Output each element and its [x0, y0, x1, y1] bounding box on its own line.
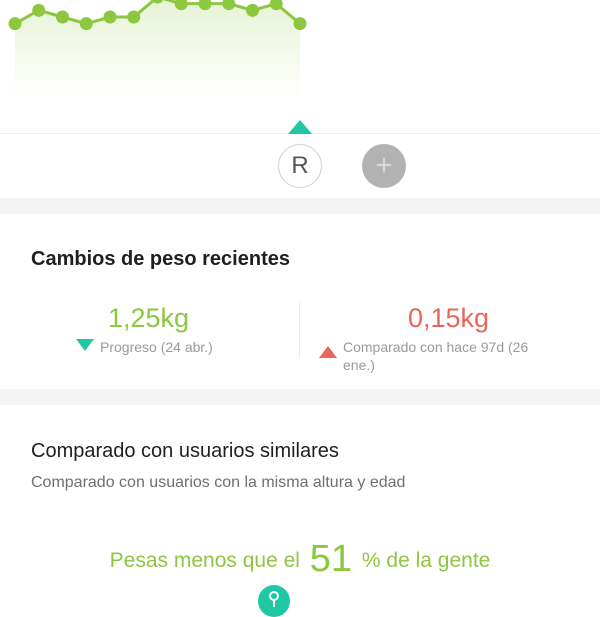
progress-caption: Progreso (24 abr.) [100, 339, 213, 355]
chart-point[interactable] [293, 17, 307, 31]
section-separator [0, 389, 600, 405]
percentile-suffix: % de la gente [361, 549, 491, 572]
weight-line-chart [0, 0, 600, 135]
user-position-pin [258, 585, 290, 617]
comparison-value: 0,15kg [408, 303, 490, 333]
progress-value: 1,25kg [108, 303, 190, 333]
percentile-prefix: Pesas menos que el [109, 549, 300, 572]
similar-users-subtitle: Comparado con usuarios con la misma altu… [31, 474, 406, 491]
recent-changes-title: Cambios de peso recientes [31, 248, 290, 270]
selected-point-marker-icon [288, 120, 312, 134]
user-avatar-button[interactable]: R [278, 144, 322, 188]
add-entry-button[interactable]: + [362, 144, 406, 188]
weight-chart-svg [8, 0, 307, 100]
percentile-value: 51 [309, 538, 353, 580]
chart-point[interactable] [79, 17, 93, 31]
stats-divider [299, 302, 300, 358]
up-arrow-icon [319, 346, 337, 358]
location-pin-icon [269, 591, 279, 607]
chart-point[interactable] [8, 17, 22, 31]
chart-point[interactable] [56, 10, 69, 24]
plus-icon: + [375, 149, 393, 182]
chart-point[interactable] [103, 10, 117, 24]
chart-point[interactable] [127, 10, 141, 24]
down-arrow-icon [76, 339, 94, 351]
comparison-caption: Comparado con hace 97d (26 ene.) [343, 339, 529, 373]
section-separator [0, 198, 600, 214]
percentile-statement: Pesas menos que el 51 % de la gente [0, 538, 600, 581]
avatar-letter: R [291, 152, 309, 179]
chart-point[interactable] [32, 3, 46, 17]
chart-point[interactable] [246, 3, 259, 17]
similar-users-title: Comparado con usuarios similares [31, 440, 339, 462]
